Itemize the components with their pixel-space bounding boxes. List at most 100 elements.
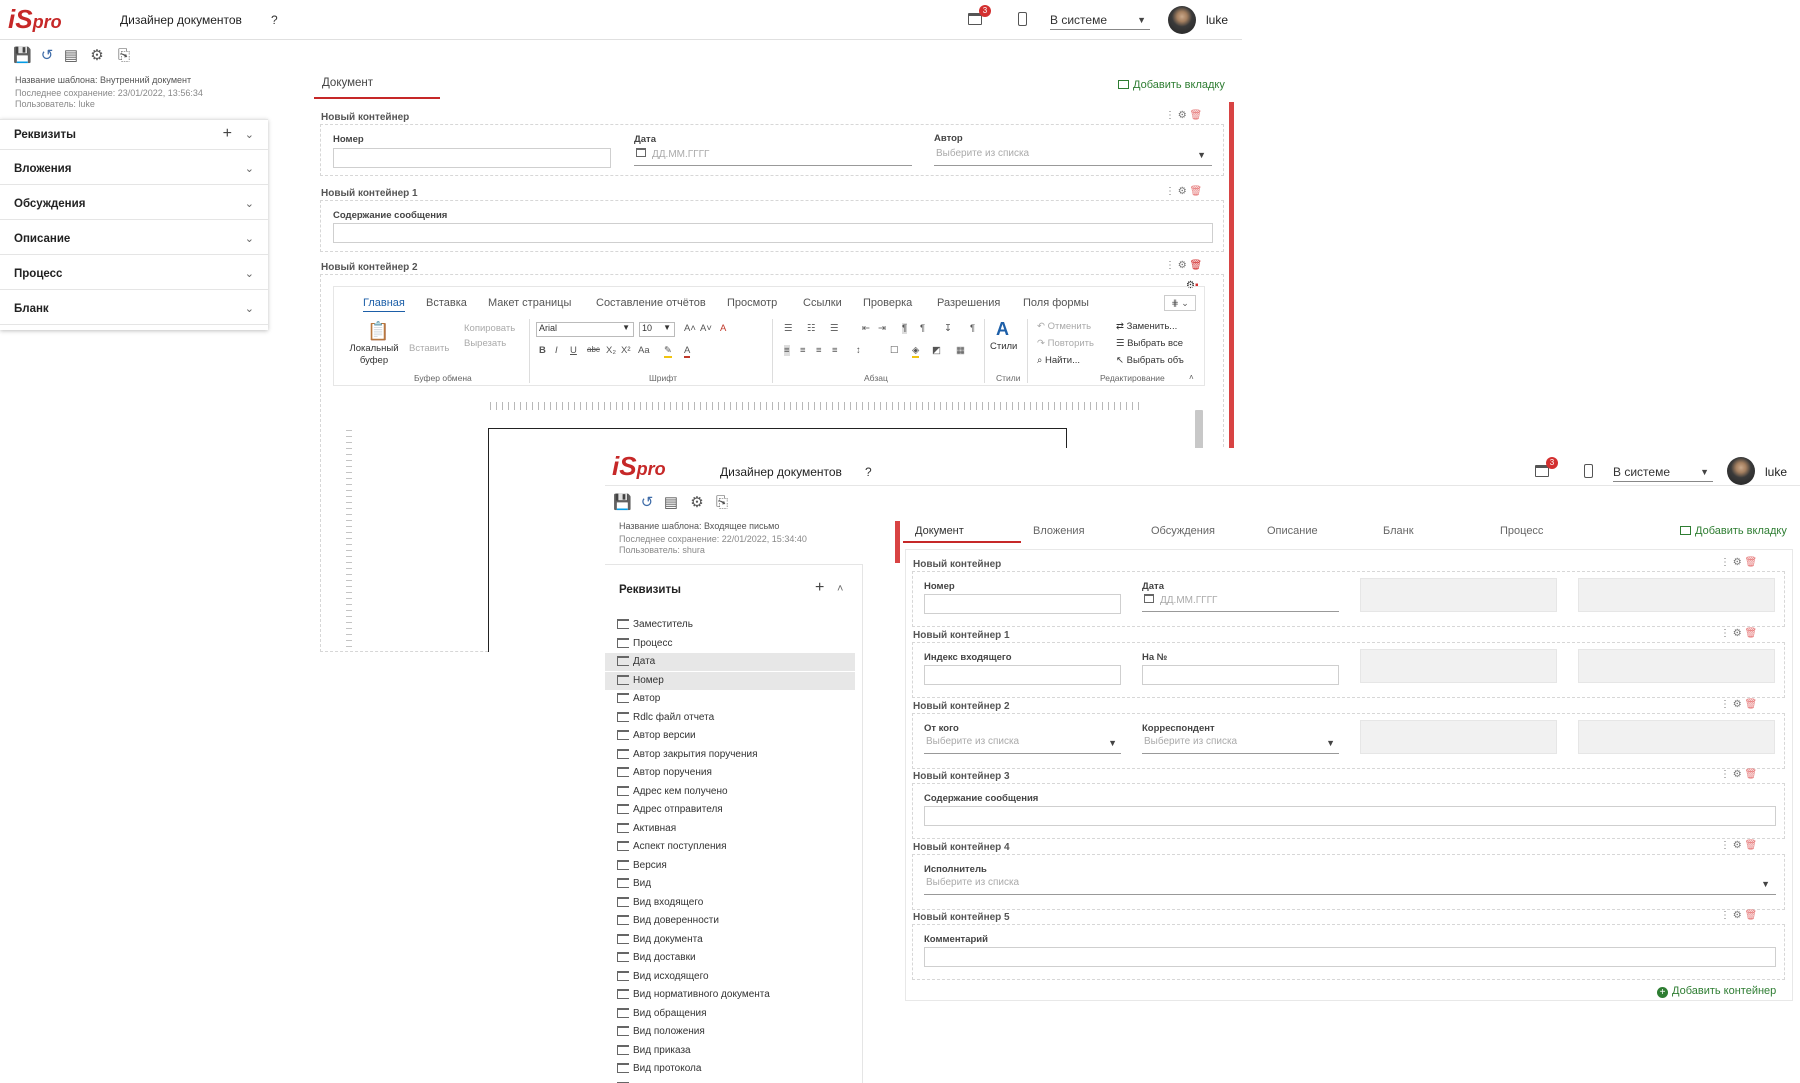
settings-icon[interactable]: ⚙ [88,47,106,65]
bold-icon[interactable]: B [539,345,546,356]
styles-button[interactable]: Стили [990,341,1017,352]
rtl-icon[interactable]: ¶ [920,323,925,334]
tab-5[interactable]: Бланк [1371,521,1481,543]
vertical-ruler[interactable] [346,430,352,652]
section-obsuzhdeniya[interactable]: Обсуждения ⌄ [0,189,268,220]
chevron-down-icon[interactable]: ⌄ [245,162,254,175]
more-icon[interactable]: ⋮ [1720,557,1730,568]
ribbon-options-button[interactable]: ⋕ ⌄ [1164,295,1196,311]
chevron-down-icon[interactable]: ⌄ [245,197,254,210]
sort-icon[interactable]: ↧ [944,323,952,334]
tab-document[interactable]: Документ [314,77,440,99]
trash-icon[interactable]: 🗑 [1745,699,1758,710]
gear-icon[interactable]: ⚙ [1733,557,1742,568]
correspondent-select[interactable]: Выберите из списка ▼ [1142,736,1339,754]
list-item[interactable]: Заместитель [605,616,855,634]
borders-icon[interactable]: ☐ [890,345,899,356]
trash-icon[interactable]: 🗑 [1190,186,1203,197]
clear-format-icon[interactable]: A [720,323,726,334]
list-item[interactable]: Процесс [605,635,855,653]
more-icon[interactable]: ⋮ [1720,769,1730,780]
change-case-icon[interactable]: Aa [638,345,650,356]
section-opisanie[interactable]: Описание ⌄ [0,224,268,255]
paste-button[interactable]: Вставить [409,343,449,354]
help-link[interactable]: ? [865,465,872,479]
calendar-icon[interactable] [636,148,646,157]
preview-icon[interactable]: ▤ [62,47,80,65]
from-select[interactable]: Выберите из списка ▼ [924,736,1121,754]
shading-icon[interactable]: ◈ [912,345,920,358]
numbering-icon[interactable]: ☷ [807,323,816,334]
undo-icon[interactable]: ↺ [38,47,56,65]
list-item[interactable]: Вид исходящего [605,968,855,986]
phone-icon[interactable] [1584,464,1593,478]
ribbon-tab-page-layout[interactable]: Макет страницы [488,297,571,309]
list-item[interactable]: Аспект поступления [605,838,855,856]
add-tab-button[interactable]: Добавить вкладку [1118,79,1225,91]
tab-2[interactable]: Вложения [1021,521,1131,543]
section-blank[interactable]: Бланк ⌄ [0,294,268,325]
replace-button[interactable]: ⇄ Заменить... [1116,321,1177,332]
list-item[interactable]: Автор [605,690,855,708]
gear-icon[interactable]: ⚙ [1178,186,1187,197]
list-item[interactable]: Автор версии [605,727,855,745]
ribbon-tab-permissions[interactable]: Разрешения [937,297,1000,309]
list-item[interactable]: Вид нормативного документа [605,986,855,1004]
trash-icon[interactable]: 🗑 [1745,769,1758,780]
ribbon-tab-review[interactable]: Проверка [863,297,912,309]
font-size-select[interactable]: 10 ▼ [639,322,675,337]
select-objects-button[interactable]: ↖ Выбрать объ [1116,355,1184,366]
chevron-down-icon[interactable]: ⌄ [245,302,254,315]
ribbon-tab-home[interactable]: Главная [363,297,405,312]
message-content-input[interactable] [333,223,1213,243]
comment-input[interactable] [924,947,1776,967]
avatar[interactable] [1168,6,1196,34]
list-item[interactable]: Версия [605,857,855,875]
list-item[interactable]: Автор поручения [605,764,855,782]
executor-select[interactable]: Выберите из списка ▼ [924,877,1776,895]
status-select[interactable]: В системе ▼ [1050,13,1150,30]
cut-button[interactable]: Вырезать [464,338,506,349]
list-item[interactable]: Вид входящего [605,894,855,912]
incoming-index-input[interactable] [924,665,1121,685]
select-all-button[interactable]: ☰ Выбрать все [1116,338,1183,349]
italic-icon[interactable]: I [555,345,558,356]
ribbon-tab-insert[interactable]: Вставка [426,297,467,309]
gear-icon[interactable]: ⚙ [1733,699,1742,710]
more-icon[interactable]: ⋮ [1165,260,1175,271]
trash-icon[interactable]: 🗑 [1745,628,1758,639]
date-input[interactable]: ДД.ММ.ГГГГ [634,148,912,166]
date-input[interactable]: ДД.ММ.ГГГГ [1142,594,1339,612]
list-item[interactable]: Вид доставки [605,949,855,967]
phone-icon[interactable] [1018,12,1027,26]
section-rekvizity[interactable]: Реквизиты [619,584,681,596]
section-rekvizity[interactable]: Реквизиты + ⌄ [0,119,268,150]
justify-icon[interactable]: ≡ [832,345,838,356]
paragraph-color-icon[interactable]: ◩ [932,345,941,356]
empty-cell[interactable] [1360,720,1557,754]
calendar-icon[interactable] [1144,594,1154,603]
align-center-icon[interactable]: ≡ [800,345,806,356]
preview-icon[interactable]: ▤ [662,494,680,512]
multilevel-list-icon[interactable]: ☰ [830,323,839,334]
ispro-logo[interactable]: iSpro [612,451,666,482]
trash-icon[interactable]: 🗑 [1745,840,1758,851]
chevron-down-icon[interactable]: ⌄ [245,232,254,245]
editor-scrollbar[interactable] [1195,410,1203,450]
reply-to-number-input[interactable] [1142,665,1339,685]
undo-icon[interactable]: ↺ [638,494,656,512]
list-item[interactable]: Rdlc файл отчета [605,709,855,727]
empty-cell[interactable] [1578,720,1775,754]
more-icon[interactable]: ⋮ [1720,910,1730,921]
gear-icon[interactable]: ⚙ [1733,910,1742,921]
list-item[interactable]: Вид приказа [605,1042,855,1060]
font-name-select[interactable]: Arial ▼ [536,322,634,337]
tab-6[interactable]: Процесс [1488,521,1598,543]
strikethrough-icon[interactable]: abc [587,345,600,354]
paste-local-button[interactable]: Локальный буфер [348,343,400,367]
subscript-icon[interactable]: X₂ [606,345,616,356]
ribbon-tab-reports[interactable]: Составление отчётов [596,297,706,309]
more-icon[interactable]: ⋮ [1720,628,1730,639]
status-select[interactable]: В системе ▼ [1613,465,1713,482]
find-button[interactable]: ⌕ Найти... [1037,355,1080,366]
